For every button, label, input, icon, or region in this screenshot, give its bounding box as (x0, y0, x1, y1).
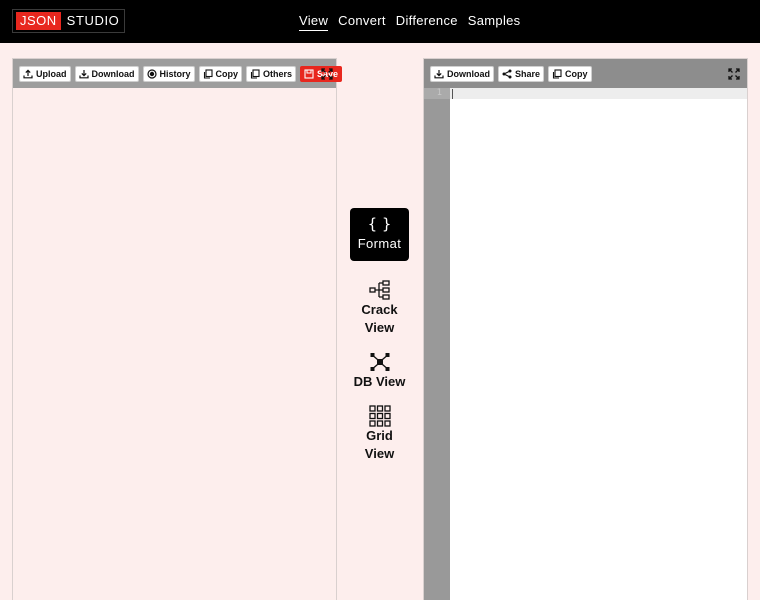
crack-view-button[interactable]: Crack View (350, 279, 409, 337)
output-copy-label: Copy (565, 68, 588, 79)
others-button[interactable]: Others (246, 65, 297, 82)
download-label: Download (91, 68, 135, 79)
others-label: Others (263, 68, 293, 79)
nav-convert[interactable]: Convert (338, 13, 386, 31)
copy-icon (552, 68, 562, 79)
active-line-highlight (450, 88, 747, 99)
share-icon (502, 69, 512, 78)
copy-label: Copy (215, 68, 239, 79)
input-toolbar: Upload Download History Copy Others Save (13, 59, 343, 88)
grid-icon (368, 405, 391, 427)
upload-label: Upload (36, 68, 67, 79)
history-icon (146, 68, 157, 79)
upload-icon (23, 69, 33, 78)
crack-label-1: Crack (361, 302, 398, 317)
history-button[interactable]: History (142, 65, 195, 82)
main-nav: View Convert Difference Samples (299, 13, 520, 31)
copy-icon (203, 68, 213, 79)
copy-icon (250, 68, 260, 79)
output-download-label: Download (447, 68, 490, 79)
expand-input-button[interactable] (321, 67, 333, 80)
code-area[interactable] (450, 88, 747, 600)
view-actions: { } Format Crack View DB View Grid View (350, 208, 410, 463)
save-icon (304, 68, 314, 79)
share-button[interactable]: Share (498, 65, 545, 82)
output-panel: Download Share Copy 1 (423, 58, 748, 600)
nav-samples[interactable]: Samples (468, 13, 521, 31)
output-toolbar: Download Share Copy (424, 59, 747, 88)
expand-output-button[interactable] (728, 67, 740, 80)
grid-label-2: View (364, 446, 395, 461)
logo-json-text: JSON (16, 12, 61, 30)
line-gutter: 1 (424, 88, 450, 600)
nav-difference[interactable]: Difference (396, 13, 458, 31)
text-cursor (452, 89, 453, 99)
copy-button[interactable]: Copy (198, 65, 243, 82)
tree-icon (368, 280, 390, 300)
line-number: 1 (436, 88, 442, 98)
expand-icon (728, 68, 740, 80)
expand-icon (321, 68, 333, 80)
input-panel: Upload Download History Copy Others Save (12, 58, 343, 600)
grid-view-button[interactable]: Grid View (350, 405, 409, 463)
nav-view[interactable]: View (299, 13, 329, 31)
braces-icon: { } (367, 215, 392, 233)
output-download-button[interactable]: Download (430, 65, 494, 82)
logo[interactable]: JSON STUDIO (12, 9, 126, 33)
upload-button[interactable]: Upload (19, 65, 71, 82)
format-label: Format (357, 236, 402, 251)
grid-label-1: Grid (366, 428, 393, 443)
crack-label-2: View (364, 320, 395, 335)
logo-studio-text: STUDIO (66, 13, 120, 28)
top-bar: JSON STUDIO View Convert Difference Samp… (0, 0, 760, 43)
download-icon (78, 69, 89, 78)
download-icon (434, 69, 444, 78)
history-label: History (159, 68, 191, 79)
format-button[interactable]: { } Format (350, 208, 409, 261)
download-button[interactable]: Download (74, 65, 139, 82)
db-icon (370, 353, 389, 371)
output-copy-button[interactable]: Copy (548, 65, 592, 82)
input-editor[interactable] (13, 88, 336, 600)
share-label: Share (515, 68, 541, 79)
db-view-button[interactable]: DB View (350, 351, 409, 391)
output-editor[interactable]: 1 (424, 88, 747, 600)
db-view-label: DB View (353, 374, 406, 389)
